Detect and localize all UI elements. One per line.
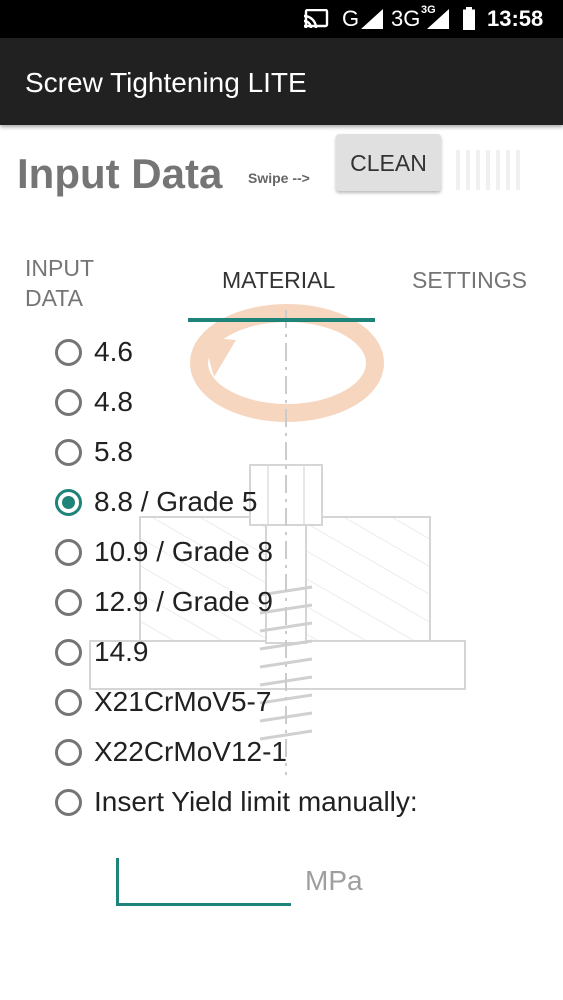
clean-button[interactable]: CLEAN	[336, 134, 441, 191]
material-option-12-9-grade-9[interactable]: 12.9 / Grade 9	[55, 582, 273, 622]
material-option-manual-yield[interactable]: Insert Yield limit manually:	[55, 782, 418, 822]
tab-input-data[interactable]: INPUT DATA	[25, 253, 94, 313]
radio-button[interactable]	[55, 438, 82, 466]
app-bar: Screw Tightening LITE	[0, 38, 563, 125]
tab-settings[interactable]: SETTINGS	[412, 267, 527, 294]
cast-icon	[303, 9, 329, 29]
status-bar: G 3G 3G 13:58	[0, 0, 563, 38]
material-option-4-6[interactable]: 4.6	[55, 332, 133, 372]
material-option-label: 10.9 / Grade 8	[94, 536, 274, 567]
text-cursor	[116, 858, 119, 903]
material-option-label: X22CrMoV12-1	[94, 736, 287, 767]
tab-material[interactable]: MATERIAL	[222, 267, 335, 294]
page-title: Input Data	[17, 150, 223, 197]
material-option-8-8-grade-5[interactable]: 8.8 / Grade 5	[55, 482, 257, 522]
app-title: Screw Tightening LITE	[25, 67, 307, 98]
radio-button[interactable]	[55, 738, 82, 766]
material-option-label: Insert Yield limit manually:	[94, 786, 418, 817]
material-option-label: 4.8	[94, 386, 133, 417]
radio-button[interactable]	[55, 588, 82, 616]
radio-button[interactable]	[55, 388, 82, 416]
radio-button[interactable]	[55, 638, 82, 666]
battery-icon	[463, 7, 475, 30]
material-option-label: 8.8 / Grade 5	[94, 486, 258, 517]
signal-icon	[361, 9, 383, 29]
radio-button-selected[interactable]	[55, 488, 82, 516]
radio-button[interactable]	[55, 538, 82, 566]
material-option-14-9[interactable]: 14.9	[55, 632, 149, 672]
material-option-4-8[interactable]: 4.8	[55, 382, 133, 422]
network-type-label: G	[342, 6, 360, 31]
material-option-x22crmov12-1[interactable]: X22CrMoV12-1	[55, 732, 287, 772]
tab-input-data-line2: DATA	[25, 285, 83, 311]
material-option-label: 5.8	[94, 436, 133, 467]
material-option-10-9-grade-8[interactable]: 10.9 / Grade 8	[55, 532, 273, 572]
tab-indicator	[188, 318, 375, 322]
radio-button[interactable]	[55, 688, 82, 716]
material-option-label: 12.9 / Grade 9	[94, 586, 274, 617]
material-option-label: X21CrMoV5-7	[94, 686, 272, 717]
unit-label: MPa	[305, 865, 363, 896]
tab-input-data-line1: INPUT	[25, 255, 94, 281]
input-underline	[116, 903, 291, 906]
material-option-label: 4.6	[94, 336, 133, 367]
radio-button[interactable]	[55, 338, 82, 366]
clock: 13:58	[487, 6, 544, 31]
signal-icon-2	[427, 9, 449, 29]
material-option-label: 14.9	[94, 636, 149, 667]
swipe-hint: Swipe -->	[248, 170, 310, 186]
radio-button[interactable]	[55, 788, 82, 816]
yield-limit-input[interactable]	[120, 860, 294, 904]
network-3g-label: 3G	[391, 6, 421, 31]
material-option-x21crmov5-7[interactable]: X21CrMoV5-7	[55, 682, 271, 722]
material-option-5-8[interactable]: 5.8	[55, 432, 133, 472]
